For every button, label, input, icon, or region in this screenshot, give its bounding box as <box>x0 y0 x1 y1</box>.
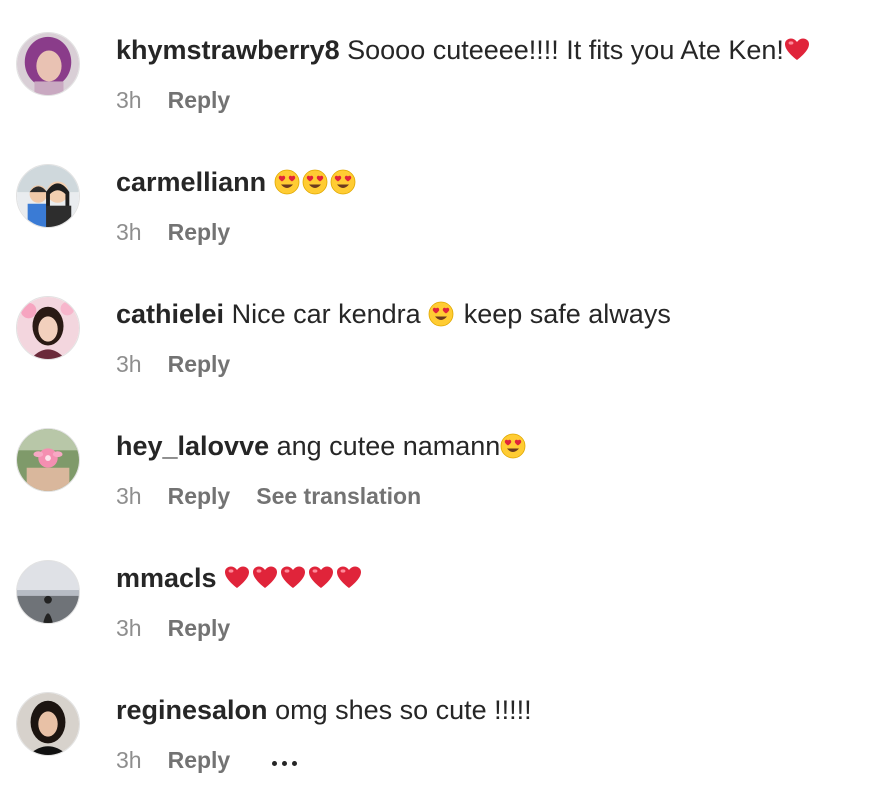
comment-body: reginesalon omg shes so cute !!!!! <box>116 694 532 726</box>
comment-timestamp: 3h <box>116 615 142 641</box>
heart-emoji-icon <box>308 565 334 591</box>
heart-emoji-icon <box>784 37 810 63</box>
heart-emoji-icon <box>252 565 278 591</box>
comment-body: cathielei Nice car kendra keep safe alwa… <box>116 298 671 330</box>
comment-item: mmacls 3h Reply <box>0 560 882 692</box>
comment-timestamp: 3h <box>116 483 142 509</box>
heart-eyes-emoji-icon <box>302 169 328 195</box>
comment-meta: 3h Reply See translation <box>116 482 447 510</box>
comment-message: Soooo cuteeee!!!! It fits you Ate Ken! <box>347 35 784 65</box>
reply-button[interactable]: Reply <box>168 218 231 246</box>
avatar-reginesalon[interactable] <box>16 692 80 756</box>
comment-message-continued: keep safe always <box>463 299 671 329</box>
comment-username[interactable]: reginesalon <box>116 695 268 725</box>
heart-emoji-icon <box>280 565 306 591</box>
comment-body: khymstrawberry8 Soooo cuteeee!!!! It fit… <box>116 34 812 66</box>
comment-body: hey_lalovve ang cutee namann <box>116 430 528 462</box>
comment-message: omg shes so cute !!!!! <box>275 695 532 725</box>
more-options-icon[interactable] <box>272 748 302 776</box>
heart-emoji-icon <box>224 565 250 591</box>
comment-body: carmelliann <box>116 166 358 198</box>
heart-emoji-icon <box>336 565 362 591</box>
heart-eyes-emoji-icon <box>330 169 356 195</box>
reply-button[interactable]: Reply <box>168 86 231 114</box>
comment-item: cathielei Nice car kendra keep safe alwa… <box>0 296 882 428</box>
comment-timestamp: 3h <box>116 87 142 113</box>
comment-meta: 3h Reply <box>116 350 256 378</box>
comment-message: ang cutee namann <box>276 431 501 461</box>
comment-body: mmacls <box>116 562 364 594</box>
reply-button[interactable]: Reply <box>168 482 231 510</box>
heart-eyes-emoji-icon <box>428 301 454 327</box>
see-translation-button[interactable]: See translation <box>256 482 421 510</box>
comment-item: carmelliann 3h Reply <box>0 164 882 296</box>
comment-timestamp: 3h <box>116 219 142 245</box>
comment-timestamp: 3h <box>116 747 142 773</box>
comment-list: khymstrawberry8 Soooo cuteeee!!!! It fit… <box>0 0 882 792</box>
reply-button[interactable]: Reply <box>168 614 231 642</box>
comment-item: reginesalon omg shes so cute !!!!! 3h Rep… <box>0 692 882 792</box>
avatar-mmacls[interactable] <box>16 560 80 624</box>
comment-username[interactable]: carmelliann <box>116 167 266 197</box>
avatar-khymstrawberry8[interactable] <box>16 32 80 96</box>
avatar-cathielei[interactable] <box>16 296 80 360</box>
reply-button[interactable]: Reply <box>168 746 231 774</box>
heart-eyes-emoji-icon <box>500 433 526 459</box>
comment-meta: 3h Reply <box>116 218 256 246</box>
comment-username[interactable]: hey_lalovve <box>116 431 269 461</box>
avatar-hey-lalovve[interactable] <box>16 428 80 492</box>
comment-meta: 3h Reply <box>116 86 256 114</box>
reply-button[interactable]: Reply <box>168 350 231 378</box>
comment-username[interactable]: cathielei <box>116 299 224 329</box>
comment-message: Nice car kendra <box>231 299 421 329</box>
comment-item: hey_lalovve ang cutee namann 3h Reply See … <box>0 428 882 560</box>
comment-meta: 3h Reply <box>116 614 256 642</box>
avatar-carmelliann[interactable] <box>16 164 80 228</box>
comment-username[interactable]: khymstrawberry8 <box>116 35 340 65</box>
comment-timestamp: 3h <box>116 351 142 377</box>
comment-username[interactable]: mmacls <box>116 563 217 593</box>
comment-item: khymstrawberry8 Soooo cuteeee!!!! It fit… <box>0 32 882 164</box>
heart-eyes-emoji-icon <box>274 169 300 195</box>
comment-meta: 3h Reply <box>116 746 302 776</box>
